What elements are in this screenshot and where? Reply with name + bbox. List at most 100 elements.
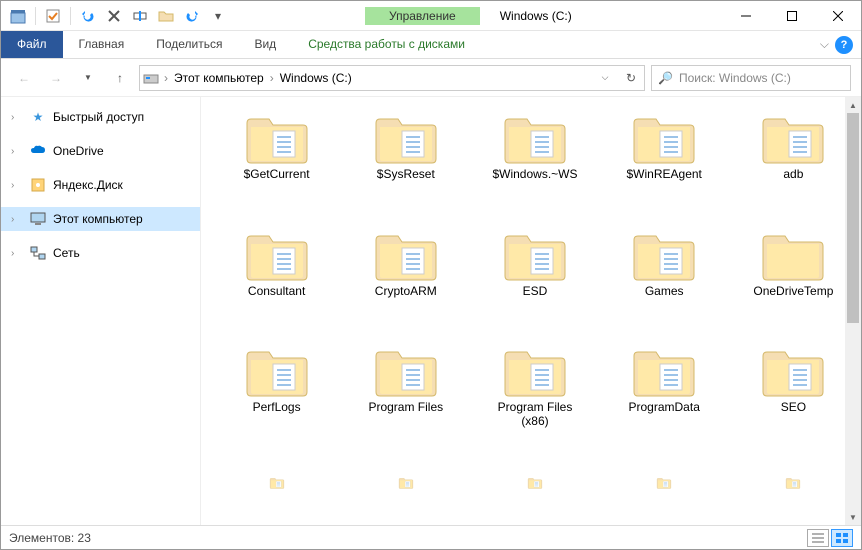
folder-icon: [245, 113, 309, 165]
maximize-button[interactable]: [769, 1, 815, 31]
folder-item[interactable]: adb: [734, 109, 853, 218]
ribbon-expand-icon[interactable]: ⌵: [820, 37, 829, 52]
nav-forward-button[interactable]: →: [43, 65, 69, 91]
folder-item[interactable]: $GetCurrent: [217, 109, 336, 218]
folder-item[interactable]: ProgramData: [605, 342, 724, 465]
tab-drive-tools[interactable]: Средства работы с дисками: [292, 31, 481, 58]
folder-icon: [761, 113, 825, 165]
scroll-down-icon[interactable]: ▼: [845, 509, 861, 525]
folder-item[interactable]: [217, 473, 336, 525]
tab-file[interactable]: Файл: [1, 31, 63, 58]
tab-share[interactable]: Поделиться: [140, 31, 238, 58]
folder-icon: [503, 113, 567, 165]
search-input[interactable]: [679, 71, 844, 85]
disk-icon: [29, 176, 47, 194]
folder-item[interactable]: OneDriveTemp: [734, 226, 853, 335]
vertical-scrollbar[interactable]: ▲ ▼: [845, 97, 861, 525]
expand-icon[interactable]: ›: [11, 180, 23, 191]
tab-view[interactable]: Вид: [238, 31, 292, 58]
folder-icon: [503, 346, 567, 398]
folder-icon: [761, 230, 825, 282]
quick-access-toolbar: ▾: [1, 5, 235, 27]
folder-label: SEO: [781, 400, 806, 414]
qat-delete-icon[interactable]: [103, 5, 125, 27]
nav-back-button[interactable]: ←: [11, 65, 37, 91]
refresh-icon[interactable]: ↻: [618, 66, 644, 90]
folder-item[interactable]: SEO: [734, 342, 853, 465]
folder-item[interactable]: [475, 473, 594, 525]
breadcrumb-this-pc[interactable]: Этот компьютер: [170, 66, 268, 90]
chevron-right-icon[interactable]: ›: [268, 71, 276, 85]
separator: [35, 7, 36, 25]
scroll-thumb[interactable]: [847, 113, 859, 323]
view-details-button[interactable]: [807, 529, 829, 547]
sidebar-item-this-pc[interactable]: › Этот компьютер: [1, 207, 200, 231]
expand-icon[interactable]: ›: [11, 248, 23, 259]
folder-item[interactable]: [346, 473, 465, 525]
qat-rename-icon[interactable]: [129, 5, 151, 27]
ribbon-tabs: Файл Главная Поделиться Вид Средства раб…: [1, 31, 861, 59]
qat-redo-icon[interactable]: [181, 5, 203, 27]
folder-item[interactable]: [734, 473, 853, 525]
folder-item[interactable]: Program Files: [346, 342, 465, 465]
tab-home[interactable]: Главная: [63, 31, 141, 58]
folder-label: ESD: [523, 284, 548, 298]
view-icons-button[interactable]: [831, 529, 853, 547]
sidebar-item-onedrive[interactable]: › OneDrive: [1, 139, 200, 163]
contextual-tab-label: Управление: [365, 7, 480, 25]
folder-item[interactable]: [605, 473, 724, 525]
expand-icon[interactable]: ›: [11, 112, 23, 123]
folder-icon: [503, 477, 567, 489]
drive-icon: [140, 71, 162, 85]
close-button[interactable]: [815, 1, 861, 31]
folder-item[interactable]: Consultant: [217, 226, 336, 335]
qat-properties-icon[interactable]: [7, 5, 29, 27]
folder-label: adb: [783, 167, 803, 181]
folder-label: OneDriveTemp: [753, 284, 833, 298]
qat-dropdown-icon[interactable]: ▾: [207, 5, 229, 27]
search-icon: 🔍: [658, 71, 673, 85]
qat-newfolder-icon[interactable]: [155, 5, 177, 27]
search-box[interactable]: 🔍: [651, 65, 851, 91]
breadcrumb-windows-c[interactable]: Windows (C:): [276, 66, 356, 90]
qat-checkbox-icon[interactable]: [42, 5, 64, 27]
expand-icon[interactable]: ›: [11, 214, 23, 225]
folder-item[interactable]: $Windows.~WS: [475, 109, 594, 218]
address-dropdown-icon[interactable]: ⌵: [592, 66, 618, 90]
folder-item[interactable]: Games: [605, 226, 724, 335]
sidebar-item-label: OneDrive: [53, 144, 104, 158]
minimize-button[interactable]: [723, 1, 769, 31]
folder-item[interactable]: CryptoARM: [346, 226, 465, 335]
folder-icon: [374, 113, 438, 165]
qat-undo-icon[interactable]: [77, 5, 99, 27]
folder-icon: [632, 346, 696, 398]
folder-label: PerfLogs: [253, 400, 301, 414]
nav-up-button[interactable]: ↑: [107, 65, 133, 91]
help-icon[interactable]: ?: [835, 36, 853, 54]
folder-label: CryptoARM: [375, 284, 437, 298]
folder-item[interactable]: $SysReset: [346, 109, 465, 218]
address-bar[interactable]: › Этот компьютер › Windows (C:) ⌵ ↻: [139, 65, 645, 91]
scroll-up-icon[interactable]: ▲: [845, 97, 861, 113]
star-icon: ★: [29, 108, 47, 126]
folder-item[interactable]: PerfLogs: [217, 342, 336, 465]
window-title: Windows (C:): [480, 9, 723, 23]
folder-icon: [761, 477, 825, 489]
chevron-right-icon[interactable]: ›: [162, 71, 170, 85]
sidebar-item-quick-access[interactable]: › ★ Быстрый доступ: [1, 105, 200, 129]
folder-label: Games: [645, 284, 684, 298]
folder-item[interactable]: Program Files (x86): [475, 342, 594, 465]
folder-item[interactable]: $WinREAgent: [605, 109, 724, 218]
folder-icon: [374, 346, 438, 398]
folder-icon: [374, 477, 438, 489]
sidebar-item-network[interactable]: › Сеть: [1, 241, 200, 265]
cloud-icon: [29, 142, 47, 160]
sidebar-item-yandex-disk[interactable]: › Яндекс.Диск: [1, 173, 200, 197]
folder-item[interactable]: ESD: [475, 226, 594, 335]
folder-icon: [245, 230, 309, 282]
folder-label: Program Files (x86): [485, 400, 585, 429]
nav-history-dropdown[interactable]: ▼: [75, 65, 101, 91]
scroll-track[interactable]: [845, 113, 861, 509]
title-bar: ▾ Управление Windows (C:): [1, 1, 861, 31]
expand-icon[interactable]: ›: [11, 146, 23, 157]
